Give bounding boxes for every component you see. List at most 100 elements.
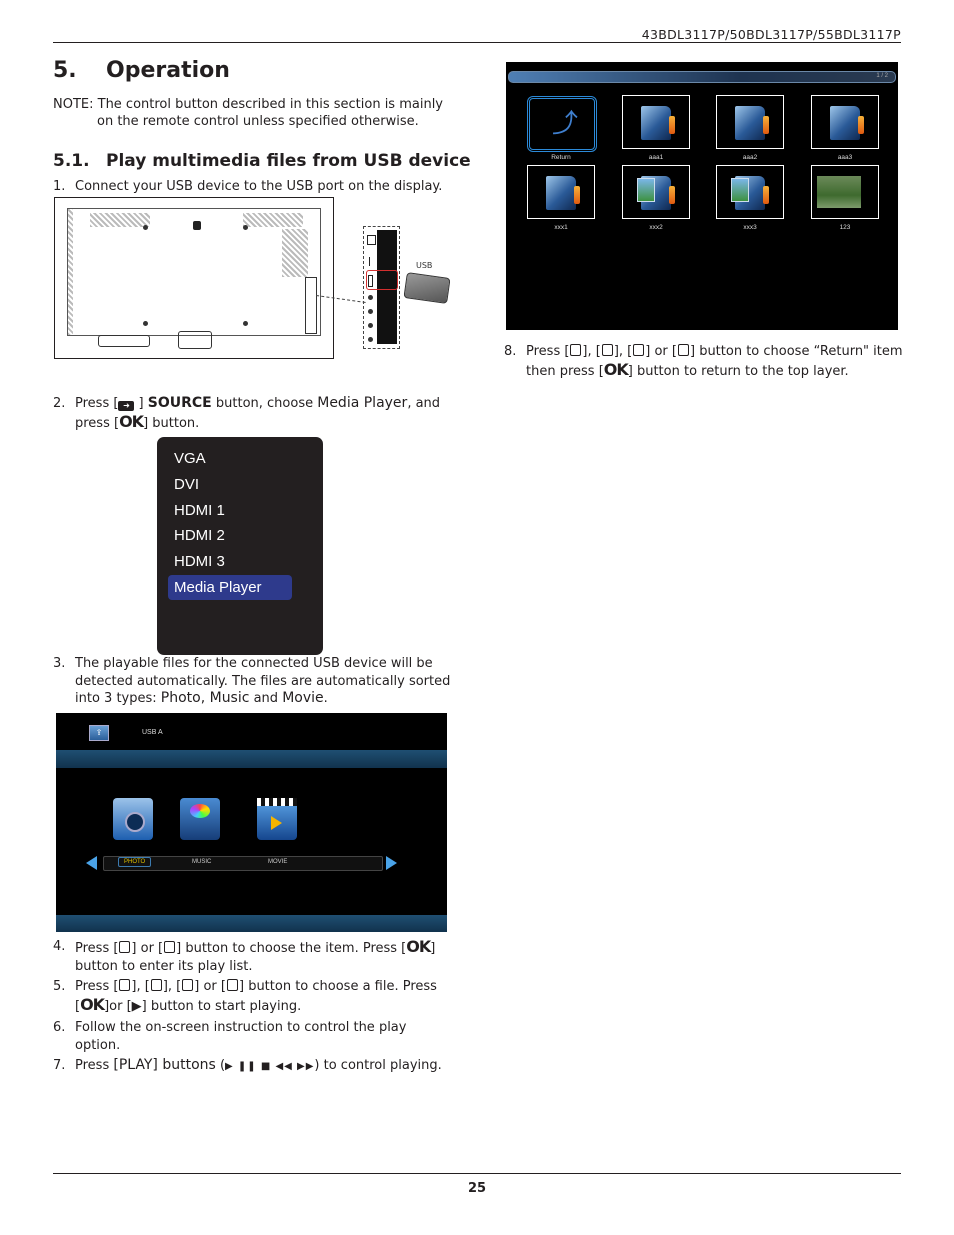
vent-grille [243,213,303,227]
tile-label: aaa3 [837,154,853,161]
usb-port-highlight [366,270,398,290]
side-port-panel [305,277,317,334]
tile-label: aaa2 [742,154,758,161]
rear-panel-frame [67,208,321,349]
logo-plate [193,221,201,230]
left-key-icon [119,941,131,953]
source-item-hdmi2[interactable]: HDMI 2 [168,523,292,548]
browser-title-bar [508,71,896,83]
header-rule [53,42,901,43]
scroll-left-arrow[interactable] [86,856,97,870]
folder-icon [641,106,675,140]
return-arrow-icon: ⤴ [552,109,579,139]
folder-icon [546,176,580,210]
vent-grille [90,213,150,227]
left-key-icon [182,979,194,991]
movie-clapper-icon[interactable] [257,798,297,840]
text-fragment: ) to control playing. [314,1058,442,1073]
folder-icon [735,106,769,140]
step-number: 3. [53,656,66,671]
step-text: Press [], [], [] or [] button to choose … [504,343,904,380]
ir-jack [368,323,373,328]
document-model-header: 43BDL3117P/50BDL3117P/55BDL3117P [641,27,901,42]
subsection-heading: 5.1. Play multimedia files from USB devic… [53,151,471,171]
right-key-icon [226,979,238,991]
text-fragment: ], [ [582,344,601,359]
subsection-number: 5.1. [53,151,90,171]
folder-tile[interactable] [716,95,784,149]
folder-tile[interactable] [622,95,690,149]
up-key-icon [570,344,582,356]
text-fragment: ] or [ [645,344,677,359]
step-number: 4. [53,939,66,954]
note-line-2: on the remote control unless specified o… [97,114,419,129]
tile-label: Return [551,154,571,161]
vesa-mount-hole [143,225,148,230]
folder-tile[interactable] [527,165,595,219]
vesa-mount-hole [243,225,248,230]
usb-device-icon: ⇪ [89,725,109,741]
terminal-block [98,335,150,347]
step-6: 6. Follow the on-screen instruction to c… [53,1019,453,1054]
source-item-vga[interactable]: VGA [168,446,292,471]
photo-camera-icon[interactable] [113,798,153,840]
source-item-media-player[interactable]: Media Player [168,575,292,600]
step-number: 1. [53,179,66,194]
step-2: 2. Press [➜ ] SOURCE button, choose Medi… [53,395,453,432]
text-fragment: ] button to choose the item. Press [ [176,941,407,956]
category-photo[interactable]: PHOTO [118,857,152,867]
category-movie[interactable]: MOVIE [268,859,287,865]
text-fragment: detected automatically. The files are au… [75,673,451,689]
step-text: Press [], [], [] or [] button to choose … [53,978,453,1015]
text-fragment: ] [134,396,148,411]
step-number: 5. [53,979,66,994]
source-button-name: SOURCE [147,395,212,411]
photo-term: Photo [160,690,201,706]
right-key-icon [677,344,689,356]
scroll-right-arrow[interactable] [386,856,397,870]
text-fragment: ] or [ [131,941,164,956]
title-bar [56,750,447,768]
photo-folder-tile[interactable] [622,165,690,219]
step-text: Press [➜ ] SOURCE button, choose Media P… [53,395,453,432]
step-number: 6. [53,1020,66,1035]
category-music[interactable]: MUSIC [192,859,211,865]
text-fragment: ], [ [613,344,633,359]
source-item-hdmi1[interactable]: HDMI 1 [168,498,292,523]
step-5: 5. Press [], [], [] or [] button to choo… [53,978,453,1015]
media-player-screen: ⇪ USB A PHOTO MUSIC MOVIE [56,713,447,932]
text-fragment: , and [407,396,441,411]
up-key-icon [119,979,131,991]
audio-jack [368,309,373,314]
playback-control-icons: ▶ ❚❚ ■ ◀◀ ▶▶ [225,1061,315,1072]
section-heading: 5. Operation [53,58,230,83]
step-number: 2. [53,396,66,411]
photo-thumbnail [817,176,861,208]
tile-label: 123 [839,224,851,231]
text-fragment: ] button. [143,415,200,431]
page-number: 25 [467,1181,487,1196]
down-key-icon [150,979,162,991]
text-fragment: , [200,690,210,706]
text-fragment: Follow the on-screen instruction to cont… [75,1020,407,1035]
return-tile[interactable]: ⤴ [527,96,597,152]
step-text: Connect your USB device to the USB port … [75,179,443,194]
step-number: 7. [53,1058,66,1073]
lan-port [367,235,376,245]
movie-term: Movie [282,690,324,706]
usb-stick-icon [403,272,451,304]
folder-tile[interactable] [811,95,879,149]
source-item-dvi[interactable]: DVI [168,472,292,497]
ok-key-icon: OK [603,359,629,379]
tile-label: xxx1 [554,224,568,231]
text-fragment: into 3 types: [75,691,161,706]
photo-file-tile[interactable] [811,165,879,219]
source-item-hdmi3[interactable]: HDMI 3 [168,549,292,574]
play-buttons-term: [PLAY] buttons [113,1057,216,1073]
vesa-mount-hole [243,321,248,326]
photo-folder-tile[interactable] [716,165,784,219]
category-bar: PHOTO MUSIC MOVIE [103,856,383,871]
text-fragment: then press [ [526,363,604,379]
bottom-bar [56,915,447,932]
music-player-icon[interactable] [180,798,220,840]
